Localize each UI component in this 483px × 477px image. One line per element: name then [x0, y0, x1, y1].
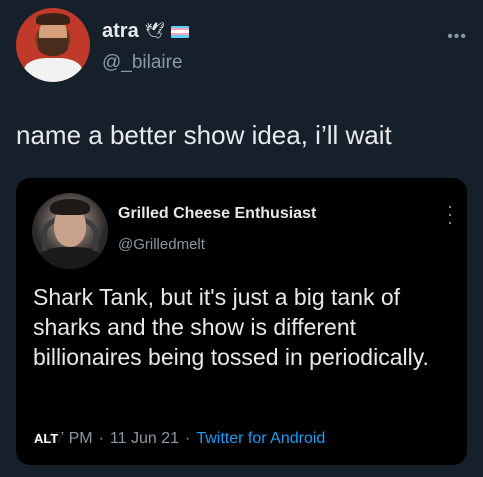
user-handle[interactable]: @_bilaire	[102, 52, 183, 74]
display-name[interactable]: atra	[102, 20, 139, 43]
meta-separator: ·	[98, 430, 104, 447]
more-horizontal-icon[interactable]: •••	[447, 28, 467, 46]
avatar[interactable]	[16, 8, 90, 82]
meta-separator: ·	[185, 430, 191, 447]
tweet-date[interactable]: 11 Jun 21	[110, 430, 179, 448]
more-vertical-icon[interactable]: · · ·	[447, 197, 453, 231]
tweet-source-link[interactable]: Twitter for Android	[196, 430, 325, 448]
trans-flag-icon	[171, 25, 190, 38]
quoted-avatar[interactable]	[32, 193, 108, 269]
name-row: atra 🕊	[102, 20, 190, 43]
tweet-text: name a better show idea, i’ll wait	[16, 120, 392, 150]
quoted-tweet-card[interactable]: Grilled Cheese Enthusiast @Grilledmelt ·…	[16, 178, 467, 465]
quoted-tweet-text: Shark Tank, but it's just a big tank of …	[33, 284, 429, 370]
quoted-user-handle[interactable]: @Grilledmelt	[118, 236, 205, 253]
tweet-metadata: 4:47 PM · 11 Jun 21 · Twitter for Androi…	[33, 430, 325, 448]
dove-emoji-icon: 🕊	[144, 22, 166, 40]
quoted-display-name[interactable]: Grilled Cheese Enthusiast	[118, 205, 316, 223]
alt-text-badge[interactable]: ALT	[30, 429, 63, 449]
tweet-header: atra 🕊 @_bilaire •••	[16, 8, 467, 84]
